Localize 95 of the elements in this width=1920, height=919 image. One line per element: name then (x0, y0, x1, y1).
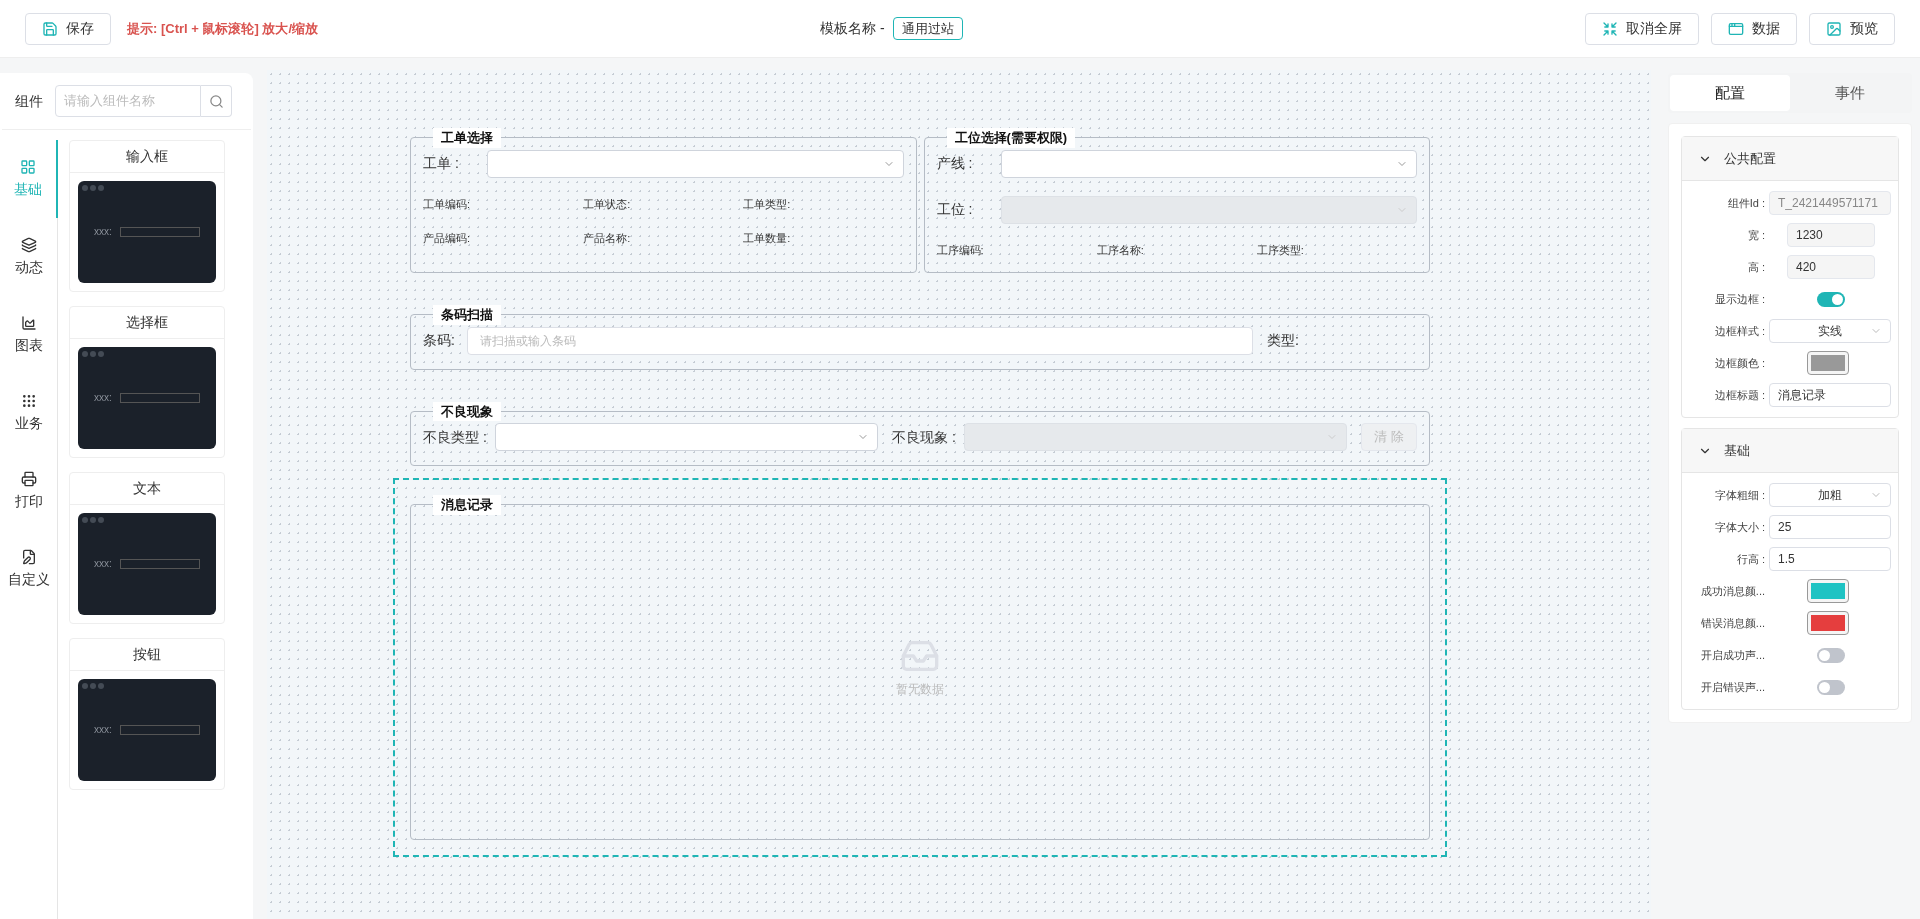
toggle-switch[interactable] (1817, 647, 1845, 663)
config-label: 字体粗细 : (1713, 487, 1765, 503)
group-title: 工单选择 (433, 128, 501, 148)
info-label: 工单数量: (743, 231, 792, 246)
search-field[interactable]: 请输入组件名称 (55, 85, 201, 117)
info-label: 工单编码: (423, 196, 472, 212)
section-header[interactable]: 基础 (1682, 429, 1898, 473)
config-label: 边框标题 : (1713, 387, 1765, 403)
group-title: 条码扫描 (433, 305, 501, 325)
preview-label: xxx: (94, 724, 112, 736)
section-header[interactable]: 公共配置 (1682, 137, 1898, 181)
config-label: 字体大小 : (1713, 519, 1765, 535)
component-card[interactable]: 输入框 xxx: (69, 140, 225, 292)
config-label: 行高 : (1735, 551, 1765, 567)
search-button[interactable] (201, 85, 232, 117)
config-label: 高 : (1746, 259, 1765, 275)
info-label: 工单状态: (583, 196, 632, 212)
search-icon (208, 93, 224, 109)
toolbar-button[interactable]: 预览 (1809, 12, 1895, 45)
preview-label: xxx: (94, 392, 112, 404)
info-label: 产品名称: (583, 231, 632, 246)
field-label: 条码: (423, 331, 455, 350)
config-select[interactable]: 加粗 (1769, 483, 1891, 507)
field-label: 不良类型 : (423, 427, 487, 447)
panel-label: 组件 (15, 91, 43, 111)
window-icon (1728, 20, 1744, 37)
group-title: 消息记录 (433, 495, 501, 515)
field-label: 工位 : (936, 200, 974, 219)
info-label: 工序名称: (1096, 242, 1145, 258)
info-label: 产品编码: (423, 231, 472, 246)
info-label: 工序类型: (1256, 242, 1305, 258)
config-input[interactable]: 420 (1787, 255, 1875, 279)
toolbar-button[interactable]: 数据 (1711, 12, 1797, 45)
config-label: 显示边框 : (1713, 291, 1765, 307)
template-name: 通用过站 (892, 16, 963, 41)
barcode-field[interactable]: 请扫描或输入条码 (466, 326, 1253, 355)
dots-icon (21, 392, 37, 409)
printer-icon (21, 470, 37, 487)
category-tab[interactable]: 自定义 (0, 530, 58, 608)
config-label: 边框颜色 : (1713, 355, 1765, 371)
template-label: 模板名称 - (820, 19, 885, 38)
info-label: 工单类型: (743, 196, 792, 212)
config-tab[interactable]: 事件 (1790, 75, 1910, 111)
window-dots-icon (82, 683, 104, 689)
config-label: 成功消息颜... (1699, 583, 1765, 599)
info-label: 工序编码: (936, 242, 985, 258)
save-icon (42, 20, 58, 37)
zoom-hint: 提示: [Ctrl + 鼠标滚轮] 放大/缩放 (127, 19, 319, 38)
grid-icon (20, 158, 36, 175)
preview-label: xxx: (94, 226, 112, 238)
window-dots-icon (82, 351, 104, 357)
preview-label: xxx: (94, 558, 112, 570)
component-card[interactable]: 选择框 xxx: (69, 306, 225, 458)
field-label: 工单 : (423, 154, 460, 173)
component-card[interactable]: 文本 xxx: (69, 472, 225, 624)
component-title: 选择框 (70, 307, 224, 339)
config-label: 组件Id : (1726, 195, 1765, 211)
config-label: 错误消息颜... (1699, 615, 1765, 631)
save-button[interactable]: 保存 (25, 12, 111, 45)
edit-icon (21, 548, 37, 565)
chart-icon (21, 314, 37, 331)
config-label: 边框样式 : (1713, 323, 1765, 339)
select-field[interactable] (1000, 149, 1417, 178)
category-tab[interactable]: 打印 (0, 452, 58, 530)
image-icon (1826, 20, 1842, 37)
component-title: 按钮 (70, 639, 224, 671)
toolbar-button[interactable]: 取消全屏 (1585, 12, 1699, 45)
select-field[interactable] (487, 149, 904, 178)
category-tab[interactable]: 业务 (0, 374, 58, 452)
config-label: 开启错误声... (1699, 679, 1765, 695)
component-card[interactable]: 按钮 xxx: (69, 638, 225, 790)
component-title: 输入框 (70, 141, 224, 173)
window-dots-icon (82, 517, 104, 523)
config-tab[interactable]: 配置 (1670, 75, 1790, 111)
group-title: 不良现象 (433, 401, 501, 421)
component-title: 文本 (70, 473, 224, 505)
collapse-icon (1602, 20, 1618, 37)
category-tab[interactable]: 图表 (0, 296, 58, 374)
config-label: 开启成功声... (1699, 647, 1765, 663)
toggle-switch[interactable] (1817, 679, 1845, 695)
field-label: 类型: (1267, 331, 1300, 350)
category-tab[interactable]: 动态 (0, 218, 58, 296)
toggle-switch[interactable] (1817, 291, 1845, 307)
field-label: 不良现象 : (892, 427, 956, 447)
window-dots-icon (82, 185, 104, 191)
config-select[interactable]: 实线 (1769, 319, 1891, 343)
config-input[interactable]: 1.5 (1769, 547, 1891, 571)
field-label: 产线 : (936, 154, 974, 173)
group-title: 工位选择(需要权限) (946, 128, 1076, 148)
config-input[interactable]: 1230 (1787, 223, 1875, 247)
config-label: 宽 : (1746, 227, 1765, 243)
config-input[interactable]: 25 (1769, 515, 1891, 539)
select-field[interactable] (494, 423, 879, 451)
config-input[interactable]: 消息记录 (1769, 383, 1891, 407)
layers-icon (21, 236, 37, 253)
